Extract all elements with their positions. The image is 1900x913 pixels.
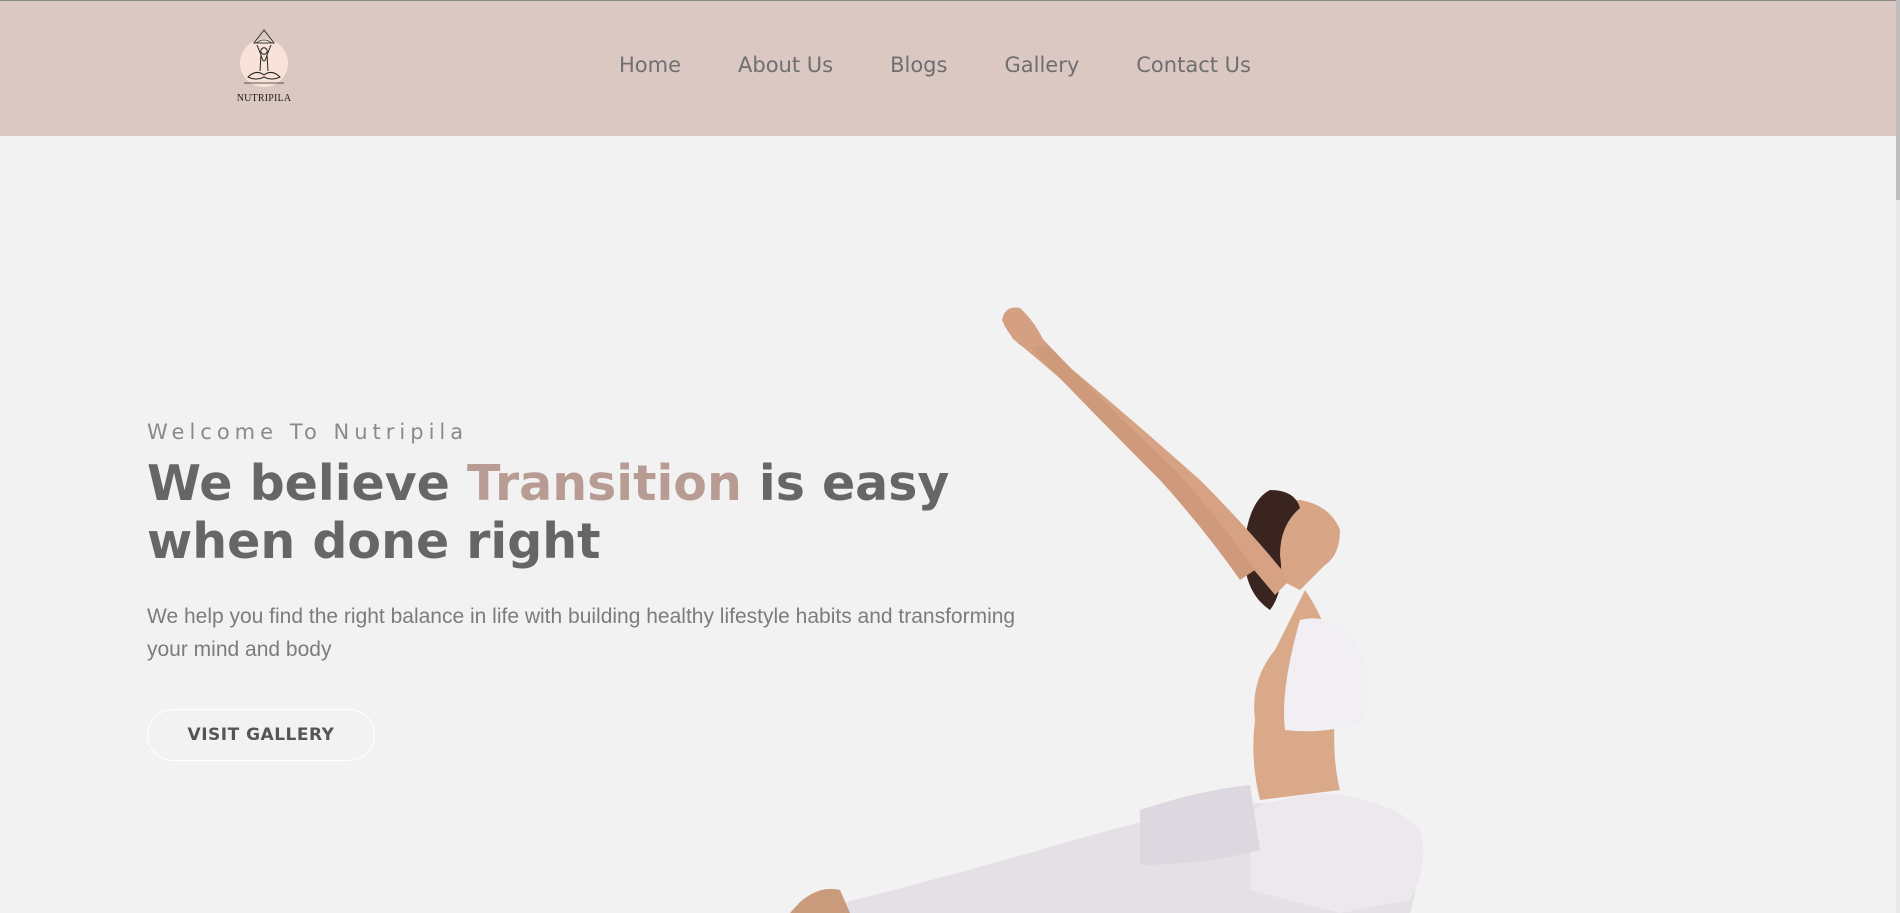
nav-item-about-us[interactable]: About Us: [738, 53, 833, 77]
logo-text: NUTRIPILA: [236, 93, 292, 104]
hero-title-accent: Transition: [466, 455, 742, 512]
nav-item-contact-us[interactable]: Contact Us: [1136, 53, 1251, 77]
yoga-woman-image: [790, 307, 1424, 913]
main-nav: Home About Us Blogs Gallery Contact Us: [619, 53, 1251, 77]
site-header: NUTRIPILA Home About Us Blogs Gallery Co…: [0, 0, 1896, 136]
site-logo[interactable]: NUTRIPILA: [232, 27, 296, 109]
visit-gallery-button[interactable]: VISIT GALLERY: [147, 709, 375, 761]
page: NUTRIPILA Home About Us Blogs Gallery Co…: [0, 0, 1900, 913]
scrollbar-thumb[interactable]: [1896, 0, 1900, 200]
meditation-figure-icon: [240, 29, 288, 87]
hero-eyebrow: Welcome To Nutripila: [147, 420, 469, 444]
page-scrollbar[interactable]: [1896, 0, 1900, 913]
nav-item-home[interactable]: Home: [619, 53, 681, 77]
nav-item-blogs[interactable]: Blogs: [890, 53, 947, 77]
hero-title-start: We believe: [147, 455, 467, 512]
nav-item-gallery[interactable]: Gallery: [1004, 53, 1079, 77]
